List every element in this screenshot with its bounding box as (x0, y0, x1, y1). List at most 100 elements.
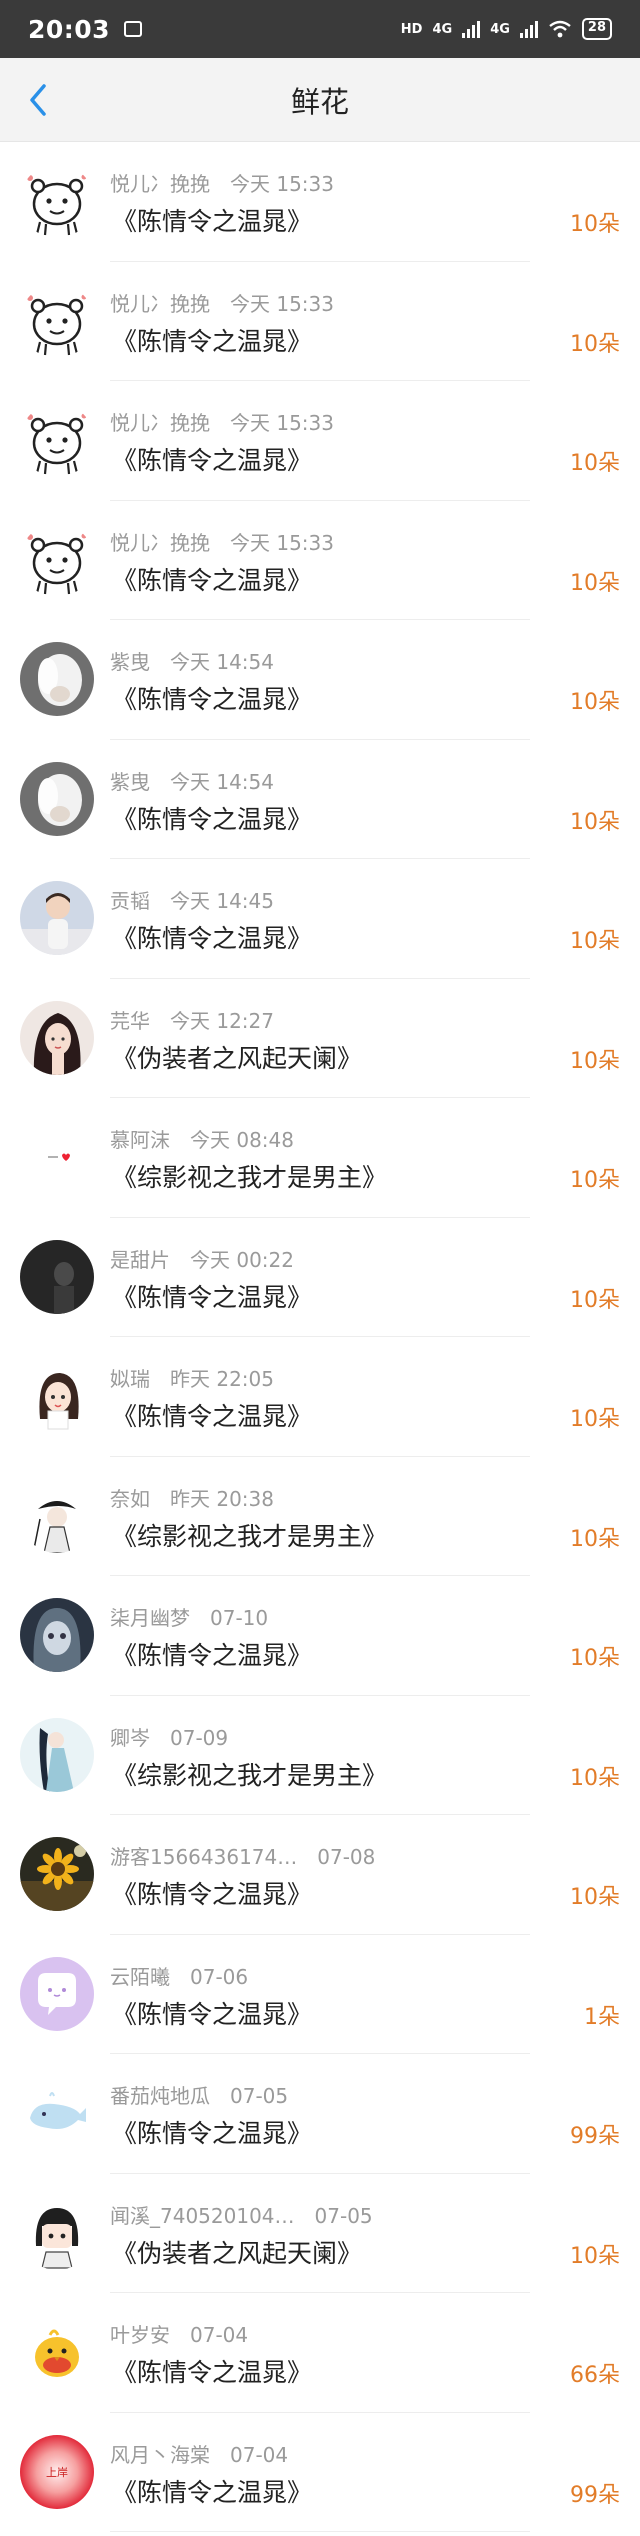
avatar[interactable] (20, 1837, 94, 1911)
book-title[interactable]: 《陈情令之温晁》 (112, 2114, 312, 2150)
user-name[interactable]: 奈如 (110, 1487, 150, 1511)
book-title[interactable]: 《陈情令之温晁》 (112, 202, 312, 238)
list-item[interactable]: 悦儿冫挽挽 今天 15:33 《陈情令之温晁》 10朵 (0, 501, 640, 620)
book-title[interactable]: 《陈情令之温晁》 (112, 1995, 312, 2031)
list-item[interactable]: 是甜片 今天 00:22 《陈情令之温晁》 10朵 (0, 1218, 640, 1337)
list-item[interactable]: 卿岑 07-09 《综影视之我才是男主》 10朵 (0, 1696, 640, 1815)
avatar[interactable] (20, 522, 94, 597)
avatar[interactable] (20, 761, 94, 836)
list-item[interactable]: 游客1566436174… 07-08 《陈情令之温晁》 10朵 (0, 1815, 640, 1935)
book-title[interactable]: 《综影视之我才是男主》 (112, 1756, 387, 1792)
list-item[interactable]: 奈如 昨天 20:38 《综影视之我才是男主》 10朵 (0, 1457, 640, 1576)
divider (110, 2531, 530, 2532)
timestamp: 07-09 (170, 1725, 229, 1750)
list-item[interactable]: 悦儿冫挽挽 今天 15:33 《陈情令之温晁》 10朵 (0, 262, 640, 381)
book-title[interactable]: 《伪装者之风起天阑》 (112, 2234, 362, 2270)
list-item[interactable]: 叶岁安 07-04 《陈情令之温晁》 66朵 (0, 2293, 640, 2413)
item-meta: 悦儿冫挽挽 今天 15:33 (110, 527, 334, 556)
item-meta: 闻溪_740520104… 07-05 (110, 2200, 373, 2229)
user-name[interactable]: 悦儿冫挽挽 (110, 531, 210, 555)
user-name[interactable]: 悦儿冫挽挽 (110, 172, 210, 196)
book-title[interactable]: 《陈情令之温晁》 (112, 2353, 312, 2389)
list-item[interactable]: 芫华 今天 12:27 《伪装者之风起天阑》 10朵 (0, 979, 640, 1098)
flower-count: 10朵 (570, 1048, 620, 1074)
timestamp: 07-06 (190, 1964, 249, 1989)
avatar[interactable] (20, 2076, 94, 2150)
avatar[interactable] (20, 1120, 94, 1194)
user-name[interactable]: 悦儿冫挽挽 (110, 411, 210, 435)
avatar[interactable] (20, 1359, 94, 1433)
item-meta: 悦儿冫挽挽 今天 15:33 (110, 407, 334, 436)
book-title[interactable]: 《综影视之我才是男主》 (112, 1158, 387, 1194)
avatar[interactable] (20, 1000, 94, 1075)
list-item[interactable]: 贡韬 今天 14:45 《陈情令之温晁》 10朵 (0, 859, 640, 979)
flower-count: 10朵 (570, 809, 620, 835)
avatar[interactable]: 上岸 (20, 2434, 94, 2509)
book-title[interactable]: 《陈情令之温晁》 (112, 1278, 312, 1314)
user-name[interactable]: 游客1566436174… (110, 1845, 297, 1869)
book-title[interactable]: 《伪装者之风起天阑》 (112, 1039, 362, 1075)
item-meta: 是甜片 今天 00:22 (110, 1244, 294, 1273)
user-name[interactable]: 番茄炖地瓜 (110, 2084, 210, 2108)
signal-icon (462, 20, 481, 38)
timestamp: 今天 15:33 (230, 172, 334, 196)
list-item[interactable]: 云陌曦 07-06 《陈情令之温晁》 1朵 (0, 1935, 640, 2054)
user-name[interactable]: 贡韬 (110, 889, 150, 913)
list-item[interactable]: 悦儿冫挽挽 今天 15:33 《陈情令之温晁》 10朵 (0, 381, 640, 501)
user-name[interactable]: 风月丶海棠 (110, 2443, 210, 2467)
book-title[interactable]: 《综影视之我才是男主》 (112, 1517, 387, 1553)
timestamp: 今天 12:27 (170, 1008, 274, 1033)
signal-icon-2 (519, 20, 538, 38)
book-title[interactable]: 《陈情令之温晁》 (112, 441, 312, 477)
user-name[interactable]: 柒月幽梦 (110, 1606, 190, 1630)
avatar[interactable] (20, 164, 94, 238)
user-name[interactable]: 姒瑞 (110, 1367, 150, 1391)
list-item[interactable]: 慕阿沫 今天 08:48 《综影视之我才是男主》 10朵 (0, 1098, 640, 1218)
avatar[interactable] (20, 881, 94, 955)
book-title[interactable]: 《陈情令之温晁》 (112, 1636, 312, 1672)
item-meta: 芫华 今天 12:27 (110, 1005, 274, 1034)
book-title[interactable]: 《陈情令之温晁》 (112, 919, 312, 955)
book-title[interactable]: 《陈情令之温晁》 (112, 561, 312, 597)
user-name[interactable]: 叶岁安 (110, 2323, 170, 2347)
avatar[interactable] (20, 1478, 94, 1553)
book-title[interactable]: 《陈情令之温晁》 (112, 2473, 312, 2509)
list-item[interactable]: 番茄炖地瓜 07-05 《陈情令之温晁》 99朵 (0, 2054, 640, 2174)
user-name[interactable]: 闻溪_740520104… (110, 2204, 295, 2228)
timestamp: 07-08 (317, 1845, 376, 1869)
avatar[interactable] (20, 2195, 94, 2270)
user-name[interactable]: 云陌曦 (110, 1965, 170, 1989)
book-title[interactable]: 《陈情令之温晁》 (112, 680, 312, 716)
user-name[interactable]: 紫曳 (110, 770, 150, 794)
list-item[interactable]: 闻溪_740520104… 07-05 《伪装者之风起天阑》 10朵 (0, 2174, 640, 2293)
book-title[interactable]: 《陈情令之温晁》 (112, 800, 312, 836)
user-name[interactable]: 慕阿沫 (110, 1128, 170, 1152)
avatar[interactable] (20, 1239, 94, 1314)
user-name[interactable]: 是甜片 (110, 1248, 170, 1272)
list-item[interactable]: 上岸 风月丶海棠 07-04 《陈情令之温晁》 99朵 (0, 2413, 640, 2532)
avatar[interactable] (20, 2315, 94, 2389)
user-name[interactable]: 悦儿冫挽挽 (110, 292, 210, 316)
avatar[interactable] (20, 642, 94, 716)
list-item[interactable]: 柒月幽梦 07-10 《陈情令之温晁》 10朵 (0, 1576, 640, 1696)
list-item[interactable]: 悦儿冫挽挽 今天 15:33 《陈情令之温晁》 10朵 (0, 142, 640, 262)
flower-count: 10朵 (570, 1407, 620, 1432)
avatar[interactable] (20, 1717, 94, 1792)
status-icons: HD 4G 4G 28 (401, 18, 612, 40)
book-title[interactable]: 《陈情令之温晁》 (112, 1875, 312, 1911)
avatar[interactable] (20, 283, 94, 358)
avatar[interactable] (20, 403, 94, 477)
list-item[interactable]: 姒瑞 昨天 22:05 《陈情令之温晁》 10朵 (0, 1337, 640, 1457)
timestamp: 今天 14:54 (170, 650, 274, 674)
user-name[interactable]: 紫曳 (110, 650, 150, 674)
list-item[interactable]: 紫曳 今天 14:54 《陈情令之温晁》 10朵 (0, 740, 640, 859)
user-name[interactable]: 卿岑 (110, 1726, 150, 1750)
book-title[interactable]: 《陈情令之温晁》 (112, 322, 312, 358)
avatar[interactable] (20, 1598, 94, 1672)
avatar[interactable] (20, 1956, 94, 2031)
back-button[interactable] (18, 80, 58, 120)
book-title[interactable]: 《陈情令之温晁》 (112, 1397, 312, 1433)
item-meta: 卿岑 07-09 (110, 1722, 228, 1751)
list-item[interactable]: 紫曳 今天 14:54 《陈情令之温晁》 10朵 (0, 620, 640, 740)
user-name[interactable]: 芫华 (110, 1009, 150, 1033)
